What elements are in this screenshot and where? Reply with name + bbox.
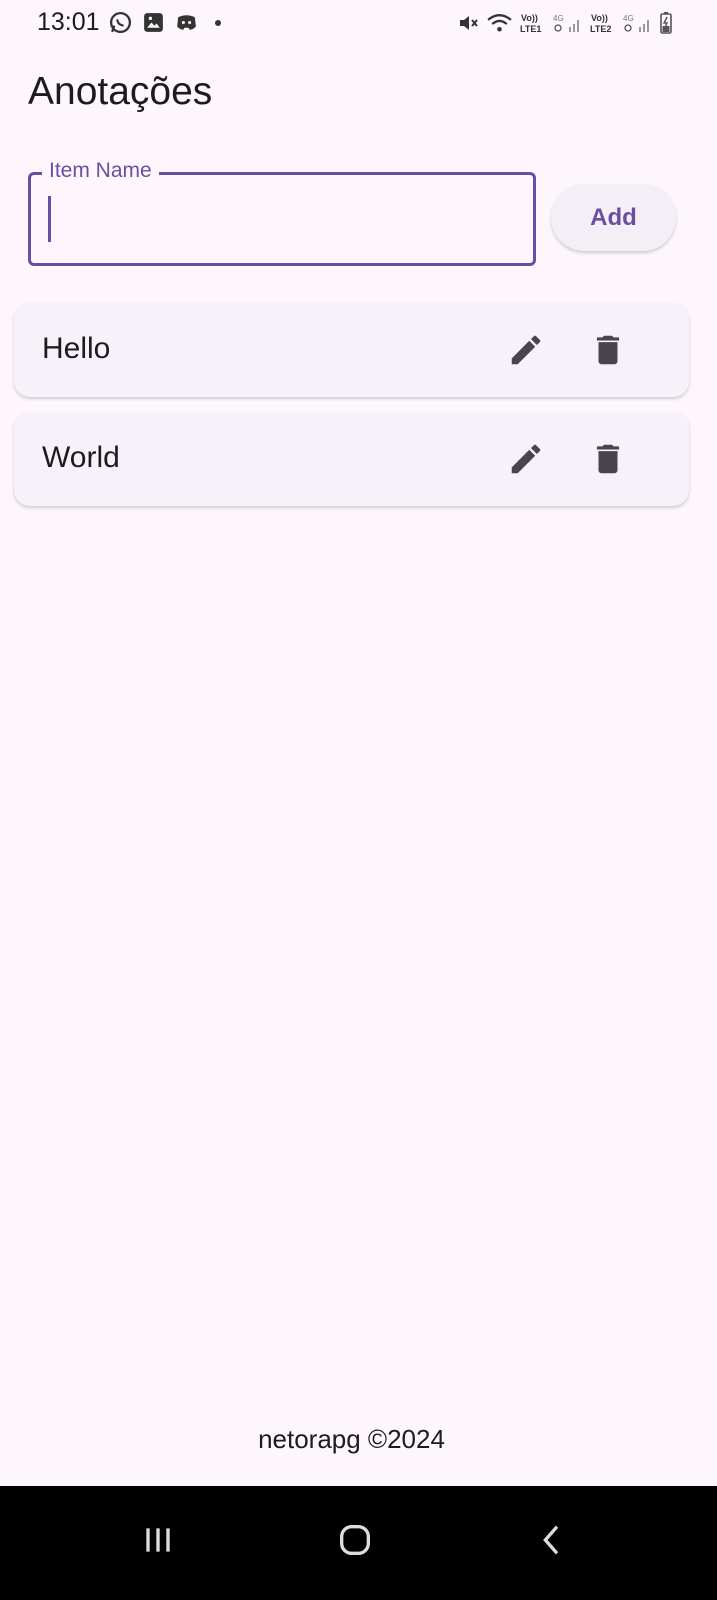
- recents-button[interactable]: [128, 1510, 188, 1570]
- battery-charging-icon: [660, 12, 672, 34]
- svg-text:LTE2: LTE2: [590, 24, 611, 34]
- svg-text:4G: 4G: [553, 14, 564, 23]
- signal-4g-icon: 4G: [623, 14, 649, 32]
- volte-lte1-icon: Vo))LTE1: [520, 13, 541, 34]
- home-icon: [340, 1525, 370, 1555]
- whatsapp-icon: [109, 11, 132, 34]
- trash-icon: [596, 335, 620, 365]
- footer-credit: netorapg ©2024: [258, 1424, 445, 1454]
- edit-button[interactable]: [506, 330, 546, 370]
- list-item[interactable]: World: [14, 412, 689, 506]
- text-cursor: [48, 196, 51, 242]
- delete-button[interactable]: [588, 330, 628, 370]
- svg-text:Vo)): Vo)): [521, 13, 538, 23]
- trash-icon: [596, 444, 620, 474]
- volte-lte2-icon: Vo))LTE2: [590, 13, 611, 34]
- clock: 13:01: [37, 8, 100, 36]
- image-icon: [144, 13, 163, 32]
- recents-icon: [146, 1528, 170, 1552]
- page-title: Anotações: [28, 70, 213, 113]
- discord-icon: [177, 15, 196, 30]
- item-name-label: Item Name: [42, 159, 159, 183]
- svg-text:LTE1: LTE1: [520, 24, 541, 34]
- home-button[interactable]: [325, 1510, 385, 1570]
- svg-text:4G: 4G: [623, 14, 634, 23]
- status-bar: 13:01 Vo)) LTE1 4G Vo)) LTE2 4G: [0, 0, 717, 46]
- notification-icons: [108, 10, 221, 35]
- pencil-icon: [511, 335, 541, 365]
- item-name-field[interactable]: Item Name: [28, 159, 536, 266]
- delete-button[interactable]: [588, 439, 628, 479]
- list-item-label: Hello: [42, 332, 111, 365]
- edit-button[interactable]: [506, 439, 546, 479]
- back-icon: [543, 1525, 559, 1555]
- list-item-label: World: [42, 441, 120, 474]
- items-list: Hello World: [14, 303, 689, 521]
- item-name-input[interactable]: [46, 192, 520, 246]
- add-button[interactable]: Add: [551, 184, 676, 251]
- system-nav-bar: [0, 1486, 717, 1600]
- pencil-icon: [511, 444, 541, 474]
- wifi-icon: [487, 14, 512, 32]
- back-button[interactable]: [522, 1510, 582, 1570]
- more-notifications-dot: [215, 19, 221, 26]
- mute-icon: [460, 16, 478, 30]
- signal-4g-icon: 4G: [553, 14, 579, 32]
- system-icons: Vo)) LTE1 4G Vo)) LTE2 4G: [456, 10, 673, 36]
- list-item[interactable]: Hello: [14, 303, 689, 397]
- svg-text:Vo)): Vo)): [591, 13, 608, 23]
